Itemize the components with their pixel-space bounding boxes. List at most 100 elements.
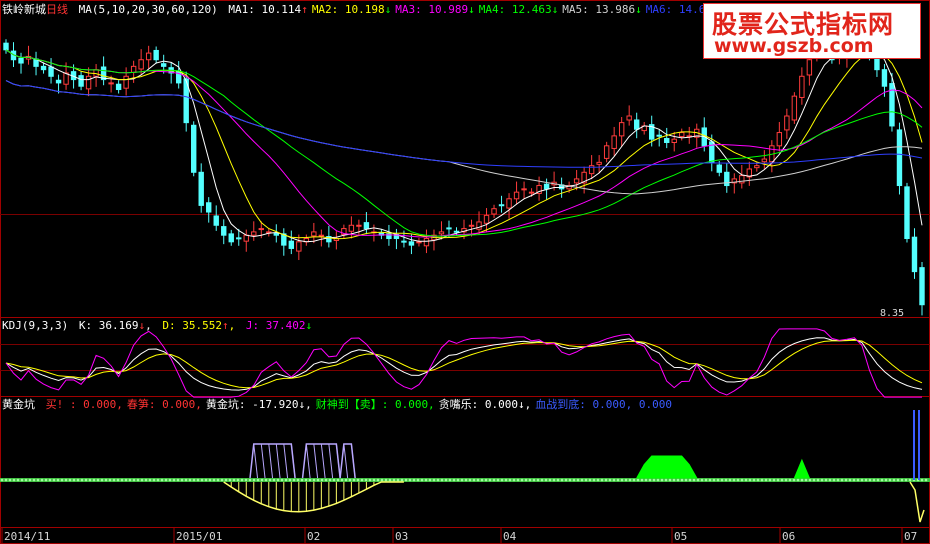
candle xyxy=(138,49,144,75)
candle-body xyxy=(423,238,430,247)
candle xyxy=(3,39,9,54)
candle xyxy=(175,61,182,89)
zero-band-dot xyxy=(360,478,364,482)
candle xyxy=(761,150,768,169)
candle xyxy=(228,229,234,246)
tzl-bar xyxy=(275,443,281,479)
candle xyxy=(416,237,422,247)
zero-band-dot xyxy=(204,478,208,482)
zero-band-dot xyxy=(564,478,568,482)
zero-band-dot xyxy=(640,478,644,482)
zero-band-dot xyxy=(316,478,320,482)
zero-band-dot xyxy=(148,478,152,482)
zero-band-dot xyxy=(308,478,312,482)
hjk-panel[interactable] xyxy=(0,410,930,523)
zero-band-dot xyxy=(724,478,728,482)
candle xyxy=(724,163,730,193)
zero-band-dot xyxy=(568,478,572,482)
zero-band-dot xyxy=(68,478,72,482)
zero-band-dot xyxy=(776,478,780,482)
zero-band-dot xyxy=(280,478,284,482)
candle xyxy=(33,51,39,76)
zero-band-dot xyxy=(0,478,4,482)
period-label[interactable]: 日线 xyxy=(46,3,68,16)
stock-name[interactable]: 铁岭新城 xyxy=(2,3,46,16)
zero-band-dot xyxy=(476,478,480,482)
tzl-bar xyxy=(253,443,259,479)
zero-band-dot xyxy=(592,478,596,482)
zero-band-dot xyxy=(400,478,404,482)
zero-band-dot xyxy=(76,478,80,482)
zero-band-dot xyxy=(344,478,348,482)
zero-band-dot xyxy=(796,478,800,482)
zero-band-dot xyxy=(528,478,532,482)
zero-band-dot xyxy=(84,478,88,482)
zero-band-dot xyxy=(328,478,332,482)
zero-band-dot xyxy=(136,478,140,482)
zero-band-dot xyxy=(104,478,108,482)
candle-body xyxy=(776,132,783,147)
candle xyxy=(326,225,332,248)
zero-band-dot xyxy=(232,478,236,482)
candle-body xyxy=(213,215,219,226)
kdj-panel[interactable] xyxy=(5,328,923,398)
candle xyxy=(243,229,249,252)
candle xyxy=(115,80,122,94)
candle-body xyxy=(153,49,159,61)
zero-band-dot xyxy=(364,478,368,482)
candle-body xyxy=(618,122,625,137)
candle-body xyxy=(513,191,520,200)
price-panel[interactable]: 17.28.35 xyxy=(3,16,925,319)
x-tick-label: 04 xyxy=(503,530,517,543)
zero-band-dot xyxy=(184,478,188,482)
chart-canvas[interactable]: 17.28.35 xyxy=(0,0,930,544)
candle-body xyxy=(911,236,918,273)
zero-band-dot xyxy=(304,478,308,482)
candle xyxy=(25,45,32,65)
zero-band-dot xyxy=(496,478,500,482)
candle-body xyxy=(919,267,925,306)
zero-band-dot xyxy=(924,478,928,482)
candle xyxy=(145,45,152,69)
zero-band-dot xyxy=(760,478,764,482)
zero-band-dot xyxy=(664,478,668,482)
zero-band-dot xyxy=(756,478,760,482)
zero-band-dot xyxy=(612,478,616,482)
candle-body xyxy=(446,227,452,230)
candle xyxy=(603,141,610,163)
zero-band-dot xyxy=(772,478,776,482)
zero-band-dot xyxy=(228,478,232,482)
candle xyxy=(206,197,212,223)
zero-band-dot xyxy=(688,478,692,482)
candle xyxy=(393,228,400,250)
candle xyxy=(408,234,415,255)
zero-band-dot xyxy=(680,478,684,482)
zero-band-dot xyxy=(20,478,24,482)
zero-band-dot xyxy=(596,478,600,482)
zero-band-dot xyxy=(436,478,440,482)
zero-band-dot xyxy=(896,478,900,482)
zero-band-dot xyxy=(812,478,816,482)
kdj-j: J: 37.402↓ xyxy=(245,319,313,332)
zero-band-dot xyxy=(52,478,56,482)
candle xyxy=(18,52,24,74)
ma-value-4: MA4: 12.463↓ xyxy=(478,3,559,16)
hjk-values: 买! : 0.000, 春笋: 0.000, 黄金坑: -17.920↓, 财神到【卖… xyxy=(46,398,676,411)
zero-band-dot xyxy=(804,478,808,482)
zero-band-dot xyxy=(712,478,716,482)
kdj-name: KDJ(9,3,3) xyxy=(2,319,69,332)
zero-band-dot xyxy=(544,478,548,482)
zero-band-dot xyxy=(876,478,880,482)
zero-band-dot xyxy=(372,478,376,482)
candle-body xyxy=(453,230,460,233)
zero-band-dot xyxy=(764,478,768,482)
zero-band-dot xyxy=(652,478,656,482)
candle xyxy=(303,234,310,246)
zero-band-dot xyxy=(112,478,116,482)
zero-band-dot xyxy=(524,478,528,482)
zero-band-dot xyxy=(844,478,848,482)
zero-band-dot xyxy=(208,478,212,482)
ma-value-5: MA5: 13.986↓ xyxy=(562,3,642,16)
zero-band-dot xyxy=(332,478,336,482)
candle xyxy=(498,195,505,213)
